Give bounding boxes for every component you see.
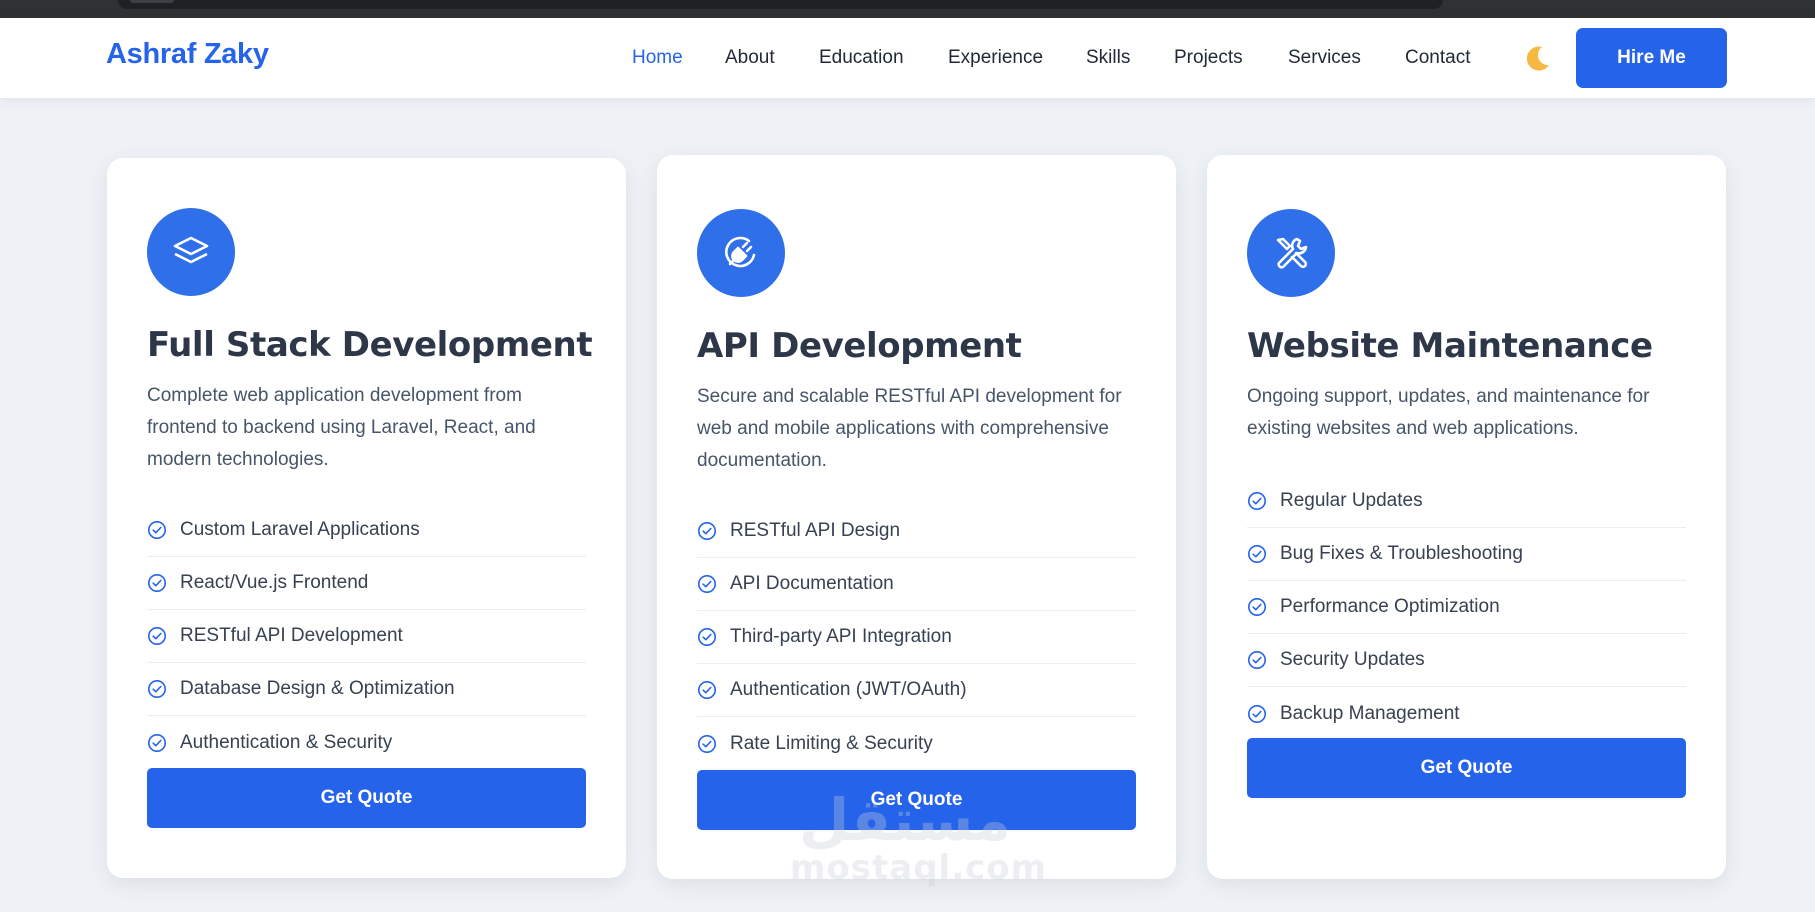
plug-icon (697, 209, 785, 297)
service-card-api: API Development Secure and scalable REST… (657, 155, 1176, 879)
top-navbar: Ashraf Zaky Home About Education Experie… (0, 18, 1815, 99)
feature-item: Bug Fixes & Troubleshooting (1247, 528, 1686, 581)
feature-label: Database Design & Optimization (180, 678, 455, 699)
feature-item: Backup Management (1247, 687, 1686, 740)
card-description: Complete web application development fro… (147, 385, 536, 470)
get-quote-button[interactable]: Get Quote (147, 768, 586, 828)
card-description: Ongoing support, updates, and maintenanc… (1247, 386, 1650, 439)
feature-item: Authentication (JWT/OAuth) (697, 664, 1136, 717)
feature-list: RESTful API Design API Documentation Thi… (697, 505, 1136, 770)
feature-label: API Documentation (730, 573, 894, 594)
nav-link-contact[interactable]: Contact (1405, 47, 1470, 69)
check-circle-icon (148, 627, 166, 645)
feature-label: Performance Optimization (1280, 596, 1500, 617)
feature-label: Third-party API Integration (730, 626, 952, 647)
feature-label: Rate Limiting & Security (730, 732, 933, 754)
feature-item: API Documentation (697, 558, 1136, 611)
feature-label: Custom Laravel Applications (180, 519, 420, 540)
browser-address-bar[interactable] (118, 0, 1443, 9)
moon-icon[interactable] (1521, 43, 1553, 75)
feature-list: Custom Laravel Applications React/Vue.js… (147, 504, 586, 769)
feature-label: Authentication & Security (180, 731, 393, 753)
check-circle-icon (698, 575, 716, 593)
layers-icon (147, 208, 235, 296)
nav-link-services[interactable]: Services (1288, 47, 1361, 69)
address-bar-chip (130, 0, 174, 3)
check-circle-icon (698, 734, 716, 753)
feature-item: Performance Optimization (1247, 581, 1686, 634)
feature-label: Regular Updates (1280, 490, 1423, 511)
card-title: Website Maintenance (1247, 326, 1653, 366)
feature-list: Regular Updates Bug Fixes & Troubleshoot… (1247, 475, 1686, 740)
service-card-full-stack: Full Stack Development Complete web appl… (107, 158, 626, 878)
feature-label: Bug Fixes & Troubleshooting (1280, 543, 1523, 564)
feature-item: React/Vue.js Frontend (147, 557, 586, 610)
feature-label: React/Vue.js Frontend (180, 572, 369, 593)
check-circle-icon (1248, 492, 1266, 510)
check-circle-icon (1248, 704, 1266, 723)
feature-label: Security Updates (1280, 649, 1425, 670)
check-circle-icon (148, 574, 166, 592)
feature-item: RESTful API Development (147, 610, 586, 663)
nav-link-home[interactable]: Home (632, 47, 683, 69)
check-circle-icon (1248, 545, 1266, 563)
feature-label: Authentication (JWT/OAuth) (730, 679, 967, 700)
hire-me-button[interactable]: Hire Me (1576, 28, 1727, 88)
feature-item: Rate Limiting & Security (697, 717, 1136, 770)
nav-link-skills[interactable]: Skills (1086, 47, 1130, 69)
card-title: API Development (697, 326, 1022, 366)
card-title: Full Stack Development (147, 325, 593, 365)
check-circle-icon (698, 522, 716, 540)
service-card-maintenance: Website Maintenance Ongoing support, upd… (1207, 155, 1726, 879)
feature-item: Custom Laravel Applications (147, 504, 586, 557)
feature-item: RESTful API Design (697, 505, 1136, 558)
feature-label: Backup Management (1280, 702, 1460, 724)
get-quote-button[interactable]: Get Quote (1247, 738, 1686, 798)
nav-link-about[interactable]: About (725, 47, 775, 69)
nav-link-education[interactable]: Education (819, 47, 904, 69)
feature-item: Authentication & Security (147, 716, 586, 769)
nav-link-experience[interactable]: Experience (948, 47, 1043, 69)
check-circle-icon (1248, 598, 1266, 616)
browser-chrome-strip (0, 0, 1815, 18)
card-description: Secure and scalable RESTful API developm… (697, 386, 1122, 471)
check-circle-icon (698, 681, 716, 699)
feature-label: RESTful API Development (180, 625, 403, 646)
feature-item: Database Design & Optimization (147, 663, 586, 716)
check-circle-icon (148, 680, 166, 698)
get-quote-button[interactable]: Get Quote (697, 770, 1136, 830)
feature-item: Regular Updates (1247, 475, 1686, 528)
tools-icon (1247, 209, 1335, 297)
check-circle-icon (148, 733, 166, 752)
check-circle-icon (1248, 651, 1266, 669)
check-circle-icon (148, 521, 166, 539)
feature-item: Third-party API Integration (697, 611, 1136, 664)
check-circle-icon (698, 628, 716, 646)
feature-label: RESTful API Design (730, 520, 901, 541)
feature-item: Security Updates (1247, 634, 1686, 687)
nav-link-projects[interactable]: Projects (1174, 47, 1243, 69)
